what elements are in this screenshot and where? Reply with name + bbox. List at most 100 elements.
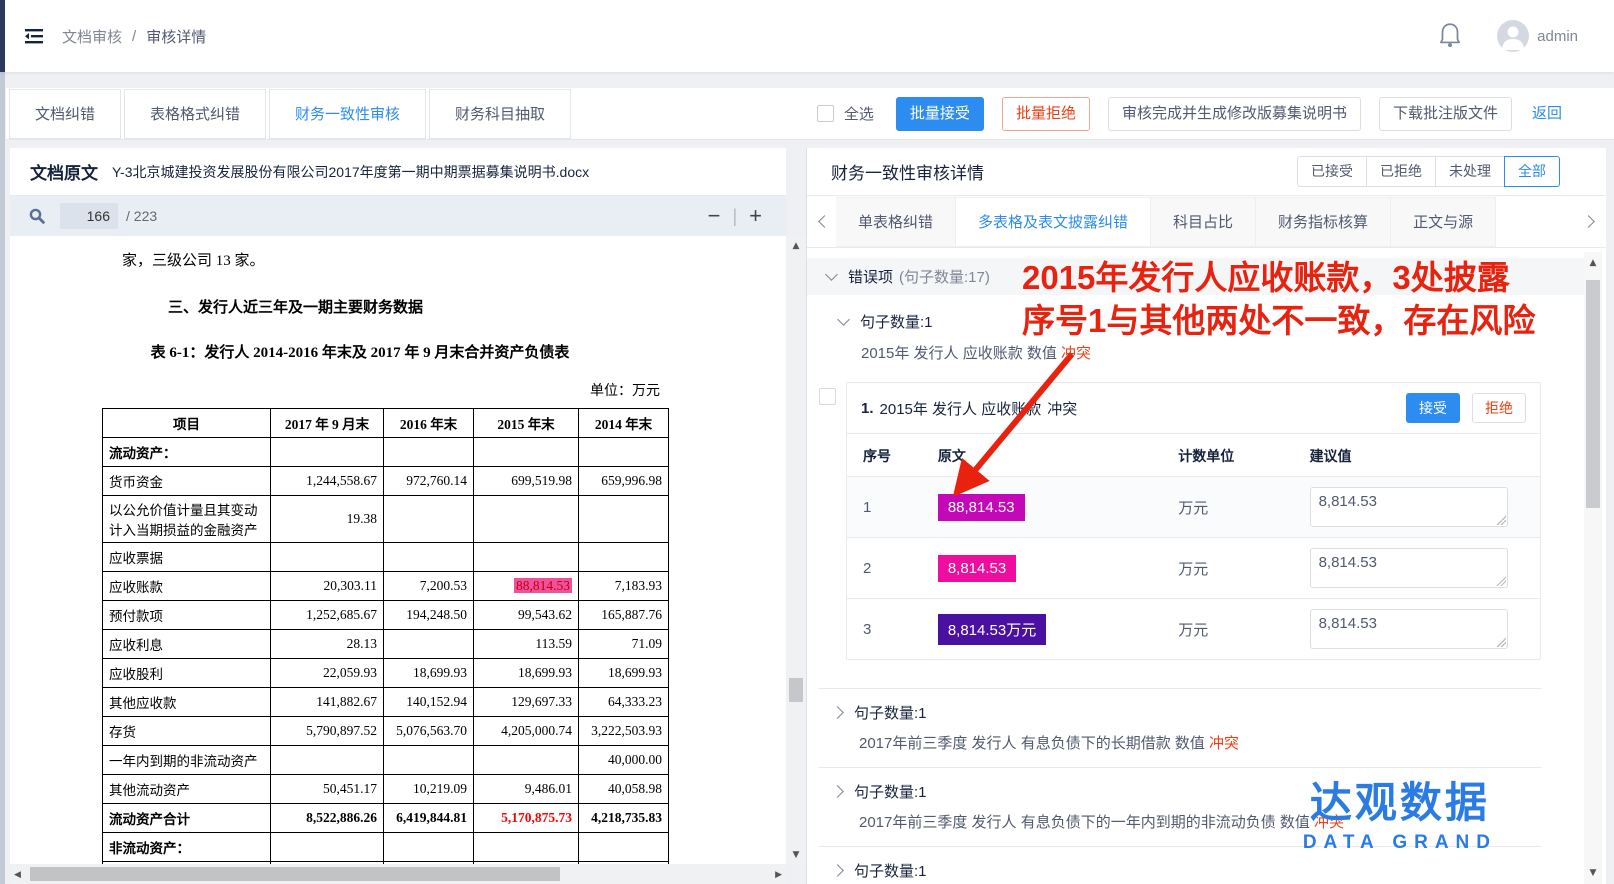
doc-cell: 5,790,897.52 <box>271 717 384 746</box>
original-value-badge[interactable]: 8,814.53 <box>938 555 1016 582</box>
username: admin <box>1537 28 1578 45</box>
doc-table: 项目2017 年 9 月末2016 年末2015 年末2014 年末 流动资产：… <box>102 408 669 864</box>
original-value-badge[interactable]: 88,814.53 <box>938 494 1025 521</box>
conflict-unit: 万元 <box>1170 599 1301 660</box>
doc-row-label: 其他应收款 <box>103 688 271 717</box>
conflict-table: 序号原文计数单位建议值 188,814.53万元8,814.5328,814.5… <box>847 434 1540 659</box>
scroll-down-icon[interactable]: ▼ <box>1584 868 1602 878</box>
complete-generate-button[interactable]: 审核完成并生成修改版募集说明书 <box>1108 97 1361 131</box>
user-avatar[interactable] <box>1497 20 1529 52</box>
tab-2[interactable]: 表格格式纠错 <box>124 89 266 139</box>
doc-cell: 18,699.93 <box>474 659 579 688</box>
suggestion-input[interactable]: 8,814.53 <box>1310 548 1508 588</box>
doc-cell <box>271 833 384 862</box>
doc-cell <box>384 496 474 543</box>
doc-vertical-scrollbar[interactable]: ▲ ▼ <box>786 237 806 864</box>
download-annotated-button[interactable]: 下载批注版文件 <box>1379 97 1512 131</box>
item-count: 句子数量:1 <box>854 860 927 881</box>
resize-handle-icon[interactable] <box>1496 637 1506 647</box>
error-item[interactable]: 句子数量:12017年前三季度 发行人 有息负债下的长期借款 数值 冲突 <box>819 688 1541 767</box>
scroll-right-icon[interactable]: ▶ <box>775 869 782 880</box>
doc-table-header-cell: 2015 年末 <box>474 409 579 438</box>
doc-table-row: 其他流动资产50,451.1710,219.099,486.0140,058.9… <box>103 775 669 804</box>
reject-button[interactable]: 拒绝 <box>1472 393 1526 423</box>
doc-row-label: 应收账款 <box>103 572 271 601</box>
conflict-row: 38,814.53万元万元8,814.53 <box>847 599 1540 660</box>
filter-1[interactable]: 已接受 <box>1297 156 1367 187</box>
accept-button[interactable]: 接受 <box>1406 393 1460 423</box>
resize-handle-icon[interactable] <box>1496 576 1506 586</box>
doc-tabs: 文档纠错表格格式纠错财务一致性审核财务科目抽取 <box>6 89 571 139</box>
notification-bell-icon[interactable] <box>1437 21 1463 51</box>
zoom-in-icon[interactable]: + <box>743 205 768 227</box>
doc-cell: 28.13 <box>271 630 384 659</box>
error-group[interactable]: 句子数量:1 2015年 发行人 应收账款 数值 冲突 <box>839 311 1585 363</box>
review-vscroll-thumb[interactable] <box>1586 280 1600 508</box>
scroll-up-icon[interactable]: ▲ <box>1584 258 1602 268</box>
tab-4[interactable]: 财务科目抽取 <box>429 89 571 139</box>
review-tab-2[interactable]: 多表格及表文披露纠错 <box>955 197 1151 247</box>
doc-row-label: 流动资产： <box>103 438 271 467</box>
conflict-original-cell: 8,814.53万元 <box>930 599 1170 660</box>
select-all-checkbox[interactable] <box>817 105 834 122</box>
doc-cell <box>384 833 474 862</box>
doc-table-row: 以公允价值计量且其变动 计入当期损益的金融资产19.38 <box>103 496 669 543</box>
conflict-table-body: 188,814.53万元8,814.5328,814.53万元8,814.533… <box>847 477 1540 660</box>
highlighted-value[interactable]: 88,814.53 <box>514 578 572 593</box>
tab-3[interactable]: 财务一致性审核 <box>269 89 426 139</box>
filter-3[interactable]: 未处理 <box>1435 156 1505 187</box>
back-button[interactable]: 返回 <box>1532 97 1562 131</box>
review-tab-4[interactable]: 财务指标核算 <box>1255 197 1391 247</box>
page-number-input[interactable]: 166 <box>60 203 118 229</box>
doc-vscroll-thumb[interactable] <box>789 678 803 702</box>
menu-fold-icon[interactable] <box>22 24 46 48</box>
doc-hscroll-thumb[interactable] <box>30 867 560 881</box>
group-text: 2015年 发行人 应收账款 数值 <box>861 345 1057 362</box>
suggestion-input[interactable]: 8,814.53 <box>1310 609 1508 649</box>
batch-reject-button[interactable]: 批量拒绝 <box>1002 97 1090 131</box>
conflict-suggestion-cell: 8,814.53 <box>1302 599 1540 660</box>
breadcrumb-doc-review[interactable]: 文档审核 <box>62 26 122 47</box>
review-vertical-scrollbar[interactable]: ▲ ▼ <box>1584 252 1602 884</box>
doc-cell: 20,303.11 <box>271 572 384 601</box>
doc-row-label: 其他流动资产 <box>103 775 271 804</box>
zoom-out-icon[interactable]: − <box>702 205 727 227</box>
card-checkbox[interactable] <box>819 388 836 405</box>
doc-row-label: 以公允价值计量且其变动 计入当期损益的金融资产 <box>103 496 271 543</box>
review-tab-3[interactable]: 科目占比 <box>1150 197 1256 247</box>
suggestion-input[interactable]: 8,814.53 <box>1310 487 1508 527</box>
scroll-left-icon[interactable]: ◀ <box>14 869 21 880</box>
batch-accept-button[interactable]: 批量接受 <box>896 97 984 131</box>
review-tab-1[interactable]: 单表格纠错 <box>836 197 956 247</box>
conflict-col-header: 建议值 <box>1302 434 1540 477</box>
doc-cell: 4,205,000.74 <box>474 717 579 746</box>
status-filter-group: 已接受已拒绝未处理全部 <box>1297 156 1560 187</box>
doc-cell <box>384 543 474 572</box>
resize-handle-icon[interactable] <box>1496 515 1506 525</box>
doc-horizontal-scrollbar[interactable]: ◀ ▶ <box>10 864 786 884</box>
scroll-down-icon[interactable]: ▼ <box>786 850 806 860</box>
error-section-header[interactable]: 错误项 (句子数量:17) <box>807 258 1585 295</box>
doc-row-label: 存货 <box>103 717 271 746</box>
review-tab-5[interactable]: 正文与源 <box>1390 197 1496 247</box>
item-conflict-tag: 冲突 <box>1209 735 1239 752</box>
conflict-card: 1. 2015年 发行人 应收账款 冲突 接受 拒绝 序号原文计数单位建议值 1… <box>846 382 1541 660</box>
conflict-table-head: 序号原文计数单位建议值 <box>847 434 1540 477</box>
doc-cell: 699,519.98 <box>474 467 579 496</box>
doc-cell: 40,000.00 <box>579 746 669 775</box>
tabs-scroll-right-icon[interactable] <box>1577 213 1600 231</box>
page-total: / 223 <box>126 208 157 224</box>
doc-cell: 140,152.94 <box>384 688 474 717</box>
search-icon[interactable] <box>28 207 46 225</box>
filter-2[interactable]: 已拒绝 <box>1366 156 1436 187</box>
doc-cell: 194,248.50 <box>384 601 474 630</box>
scroll-up-icon[interactable]: ▲ <box>786 241 806 251</box>
item-text: 2017年前三季度 发行人 有息负债下的一年内到期的非流动负债 数值 <box>859 814 1314 831</box>
review-tabs: 单表格纠错多表格及表文披露纠错科目占比财务指标核算正文与源 <box>807 196 1606 248</box>
tabs-scroll-left-icon[interactable] <box>813 213 836 231</box>
doc-table-body: 流动资产：货币资金1,244,558.67972,760.14699,519.9… <box>103 438 669 865</box>
breadcrumb-separator: / <box>132 28 136 45</box>
tab-1[interactable]: 文档纠错 <box>9 89 121 139</box>
original-value-badge[interactable]: 8,814.53万元 <box>938 614 1046 645</box>
filter-4[interactable]: 全部 <box>1504 156 1560 187</box>
